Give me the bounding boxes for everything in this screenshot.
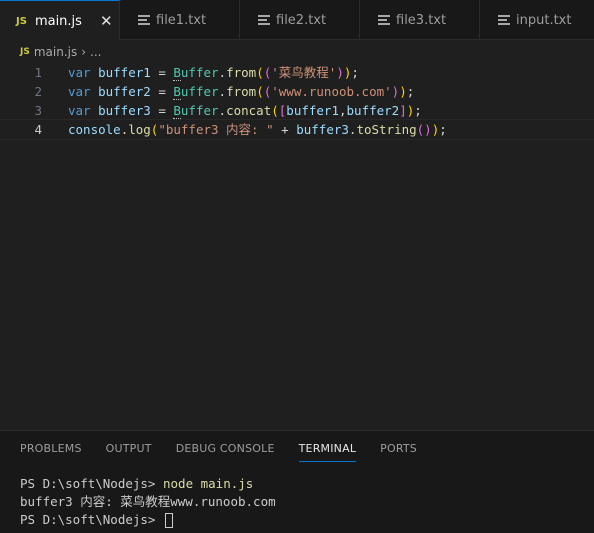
- line-number: 2: [34, 84, 42, 99]
- terminal-line: PS D:\soft\Nodejs>: [20, 511, 276, 529]
- terminal-output[interactable]: PS D:\soft\Nodejs> node main.js buffer3 …: [20, 475, 276, 529]
- code-editor[interactable]: 1 var buffer1 = Buffer.from(('菜鸟教程')); 2…: [0, 63, 594, 430]
- code-line[interactable]: 1 var buffer1 = Buffer.from(('菜鸟教程'));: [0, 63, 594, 82]
- chevron-right-icon: ›: [81, 45, 87, 59]
- terminal-prompt: PS D:\soft\Nodejs>: [20, 512, 163, 527]
- tab-debug-console[interactable]: DEBUG CONSOLE: [176, 431, 275, 467]
- text-file-icon: [498, 15, 510, 25]
- text-file-icon: [138, 15, 150, 25]
- tab-label: file1.txt: [156, 12, 207, 28]
- tab-file3-txt[interactable]: file3.txt: [360, 0, 480, 40]
- terminal-line: buffer3 内容: 菜鸟教程www.runoob.com: [20, 493, 276, 511]
- terminal-output-text: buffer3 内容: 菜鸟教程www.runoob.com: [20, 494, 276, 509]
- panel-tab-bar: PROBLEMS OUTPUT DEBUG CONSOLE TERMINAL P…: [0, 431, 594, 467]
- close-icon[interactable]: ✕: [100, 12, 113, 30]
- javascript-file-icon: JS: [20, 47, 30, 57]
- tab-label: file3.txt: [396, 12, 447, 28]
- text-file-icon: [378, 15, 390, 25]
- code-text[interactable]: var buffer2 = Buffer.from(('www.runoob.c…: [68, 82, 414, 101]
- line-number: 1: [34, 65, 42, 80]
- tab-file1-txt[interactable]: file1.txt: [120, 0, 240, 40]
- text-file-icon: [258, 15, 270, 25]
- breadcrumb-file[interactable]: main.js: [34, 45, 77, 59]
- tab-label: main.js: [34, 13, 82, 29]
- terminal-command: node main.js: [163, 476, 254, 491]
- code-line-current[interactable]: 4 console.log("buffer3 内容: " + buffer3.t…: [0, 119, 594, 140]
- editor-tab-bar: JS main.js ✕ file1.txt file2.txt file3.t…: [0, 0, 594, 41]
- code-text[interactable]: console.log("buffer3 内容: " + buffer3.toS…: [68, 120, 447, 139]
- code-text[interactable]: var buffer1 = Buffer.from(('菜鸟教程'));: [68, 63, 359, 82]
- tab-ports[interactable]: PORTS: [380, 431, 417, 467]
- code-line[interactable]: 3 var buffer3 = Buffer.concat([buffer1,b…: [0, 101, 594, 120]
- line-number: 3: [34, 103, 42, 118]
- tab-file2-txt[interactable]: file2.txt: [240, 0, 360, 40]
- tab-problems[interactable]: PROBLEMS: [20, 431, 82, 467]
- code-text[interactable]: var buffer3 = Buffer.concat([buffer1,buf…: [68, 101, 422, 120]
- tab-label: file2.txt: [276, 12, 327, 28]
- breadcrumb-symbols[interactable]: ...: [90, 45, 101, 59]
- terminal-prompt: PS D:\soft\Nodejs>: [20, 476, 163, 491]
- terminal-cursor[interactable]: [165, 512, 173, 528]
- tab-terminal[interactable]: TERMINAL: [298, 431, 357, 467]
- terminal-line: PS D:\soft\Nodejs> node main.js: [20, 475, 276, 493]
- line-number: 4: [34, 122, 42, 137]
- breadcrumb: JS main.js › ...: [0, 41, 594, 63]
- bottom-panel: PROBLEMS OUTPUT DEBUG CONSOLE TERMINAL P…: [0, 430, 594, 533]
- javascript-file-icon: JS: [16, 15, 27, 27]
- tab-main-js[interactable]: JS main.js ✕: [0, 0, 120, 41]
- code-line[interactable]: 2 var buffer2 = Buffer.from(('www.runoob…: [0, 82, 594, 101]
- tab-input-txt[interactable]: input.txt: [480, 0, 594, 40]
- tab-label: input.txt: [516, 12, 572, 28]
- tab-output[interactable]: OUTPUT: [106, 431, 152, 467]
